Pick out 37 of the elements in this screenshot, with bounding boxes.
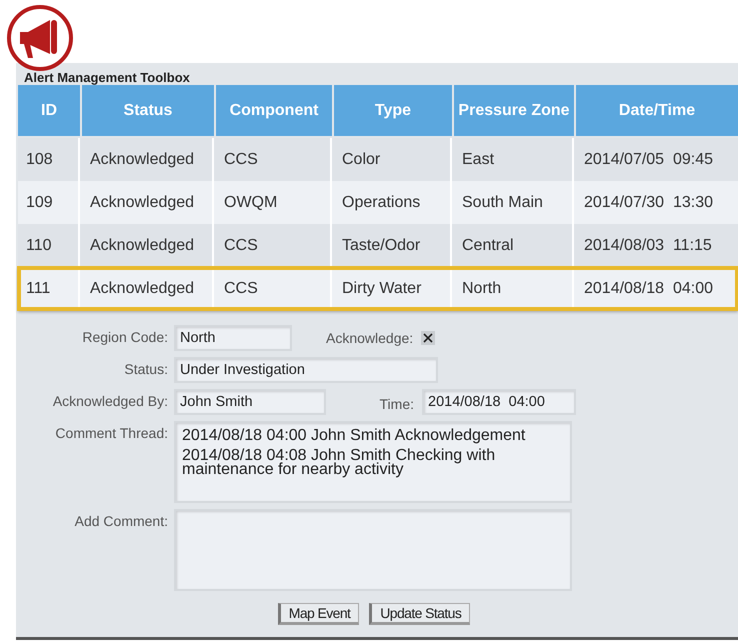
table-cell-text: 2014/08/03 11:15: [583, 236, 713, 256]
table-cell-text: 2014/08/18 04:00: [583, 278, 714, 298]
column-header: ID: [18, 85, 80, 136]
table-cell: Dirty Water: [334, 267, 452, 310]
column-header: Date/Time: [576, 85, 738, 136]
field-label: Acknowledged By:: [52, 392, 168, 411]
time-field[interactable]: 2014/08/18 04:00: [422, 389, 576, 415]
table-cell: CCS: [216, 267, 332, 310]
column-header: Component: [216, 85, 332, 136]
region-code-field[interactable]: North: [174, 325, 292, 351]
table-row[interactable]: 111 Acknowledged CCS Dirty Water North 2014/08/18 04:00: [18, 267, 738, 310]
comment-text: 2014/08/18 04:08 John Smith Checking with maintenance for nearby activity: [182, 449, 496, 477]
field-label: Add Comment:: [74, 512, 168, 531]
toolbox-title: Alert Management Toolbox: [23, 69, 191, 85]
table-cell-text: 2014/07/30 13:30: [583, 192, 714, 212]
acknowledged-by-field[interactable]: John Smith: [174, 389, 326, 415]
table-cell: North: [454, 267, 574, 310]
table-cell-text: 2014/07/05 09:45: [583, 150, 714, 170]
acknowledge-checkbox[interactable]: [421, 331, 436, 345]
megaphone-logo-icon: [6, 4, 74, 72]
column-header: Pressure Zone: [454, 85, 574, 136]
table-cell: Acknowledged: [82, 267, 214, 310]
column-header: Status: [82, 85, 214, 136]
table-row[interactable]: 110 Acknowledged CCS Taste/Odor Central 2014/08/03 11:15: [18, 224, 738, 267]
field-label: Time:: [380, 395, 414, 412]
add-comment-field[interactable]: [174, 509, 572, 591]
field-label: Comment Thread:: [54, 424, 168, 443]
comment-text: 2014/08/18 04:00 John Smith Acknowledgement: [182, 429, 526, 443]
column-header: Type: [334, 85, 452, 136]
field-label: Region Code:: [81, 328, 168, 347]
table-row[interactable]: 109 Acknowledged OWQM Operations South Main 2014/07/30 13:30: [18, 181, 738, 224]
map-event-button[interactable]: Map Event: [278, 603, 360, 625]
field-label: Acknowledge:: [326, 330, 414, 346]
update-status-button[interactable]: Update Status: [369, 603, 470, 625]
field-label: Status:: [123, 360, 168, 379]
table-cell: 111: [18, 267, 80, 310]
status-field[interactable]: Under Investigation: [174, 357, 438, 383]
